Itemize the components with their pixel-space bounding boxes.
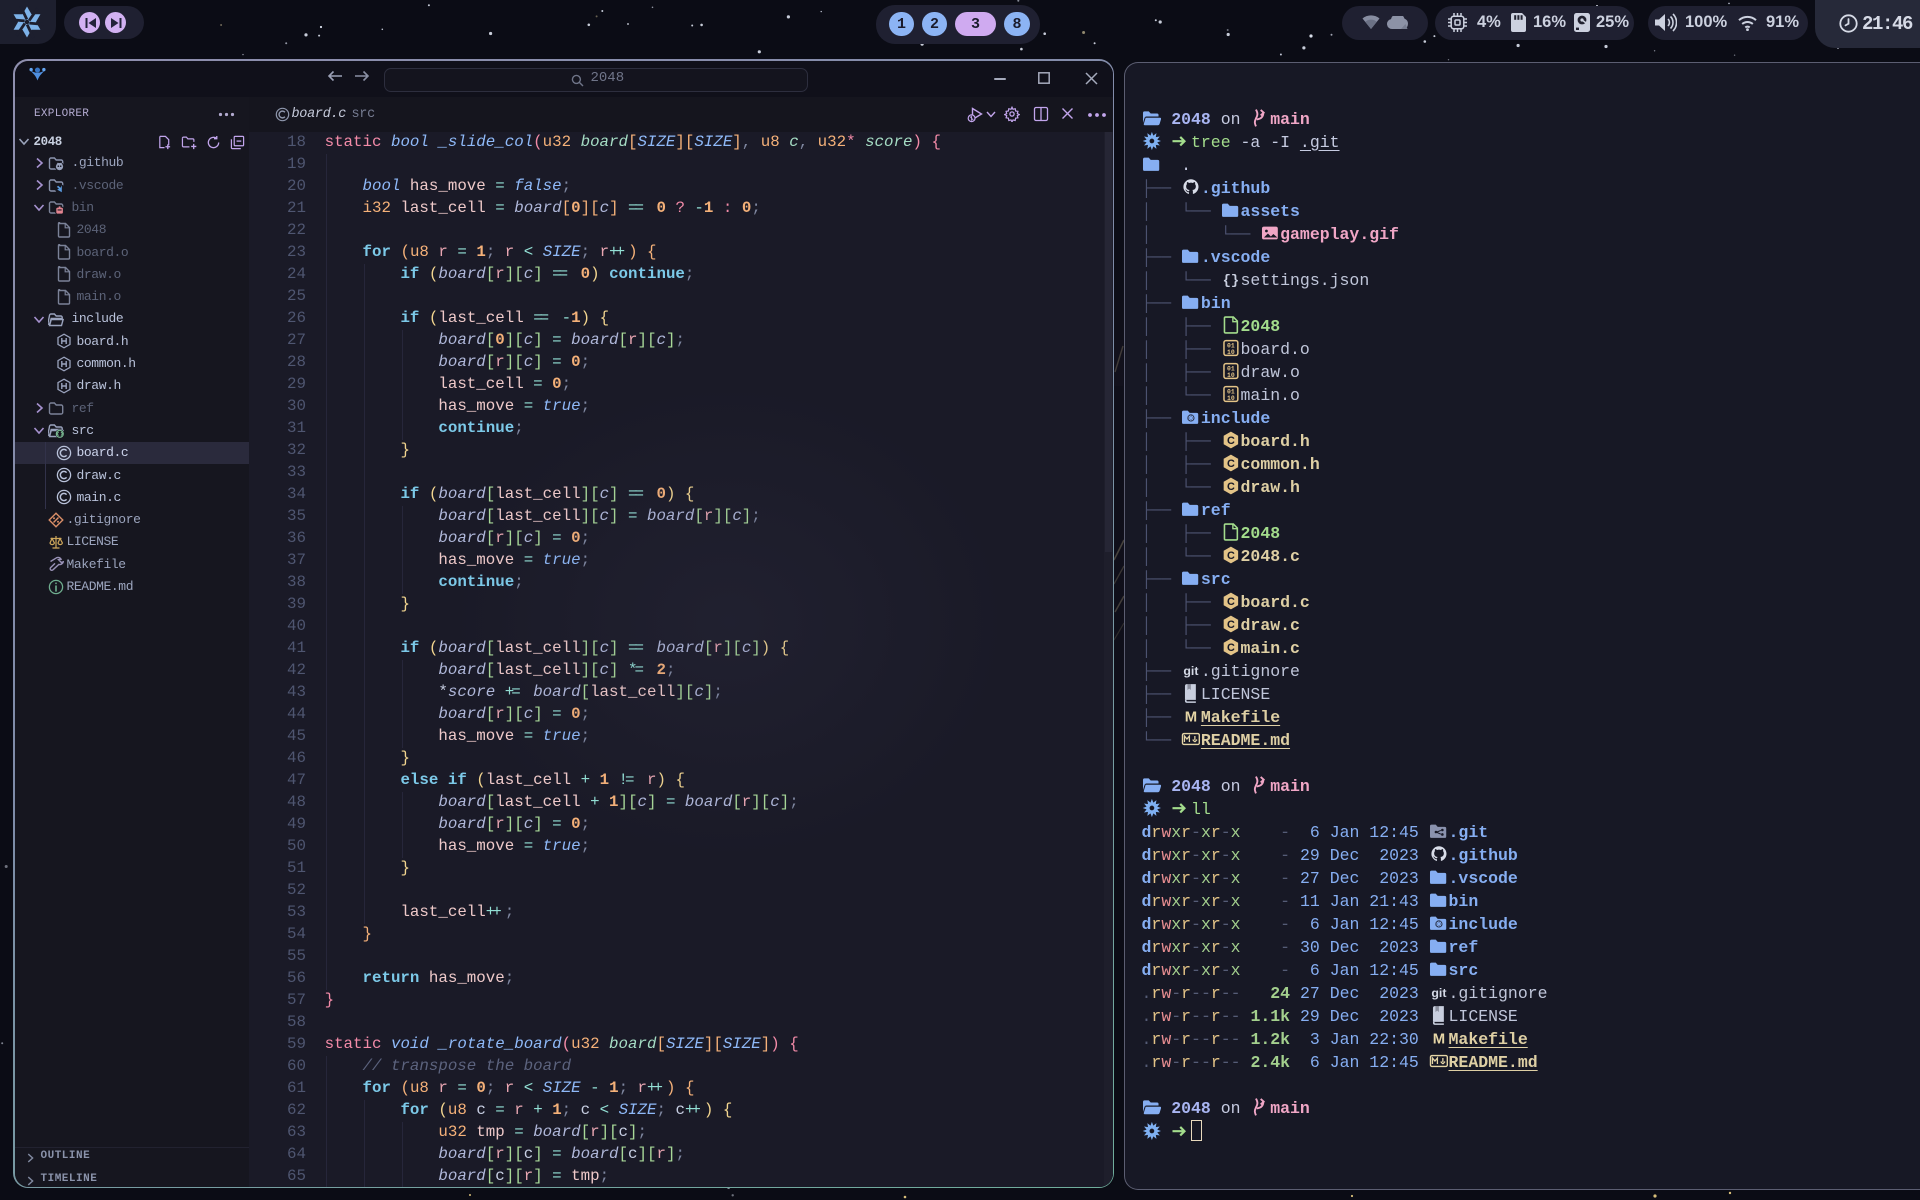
svg-text:M: M [1432,1031,1444,1047]
svg-text:C: C [1227,642,1235,654]
svg-text:{}: {} [1222,273,1239,289]
svg-text:C: C [1227,550,1235,562]
svg-text:C: C [1227,435,1235,447]
svg-text:M: M [1185,709,1197,725]
svg-text:git: git [1431,986,1446,1000]
svg-text:10: 10 [1227,372,1235,379]
svg-text:C: C [1227,458,1235,470]
svg-text:10: 10 [1227,395,1235,402]
svg-text:C: C [1227,481,1235,493]
svg-text:git: git [1183,664,1198,678]
svg-text:10: 10 [1227,349,1235,356]
svg-text:C: C [1227,619,1235,631]
svg-text:C: C [1227,596,1235,608]
